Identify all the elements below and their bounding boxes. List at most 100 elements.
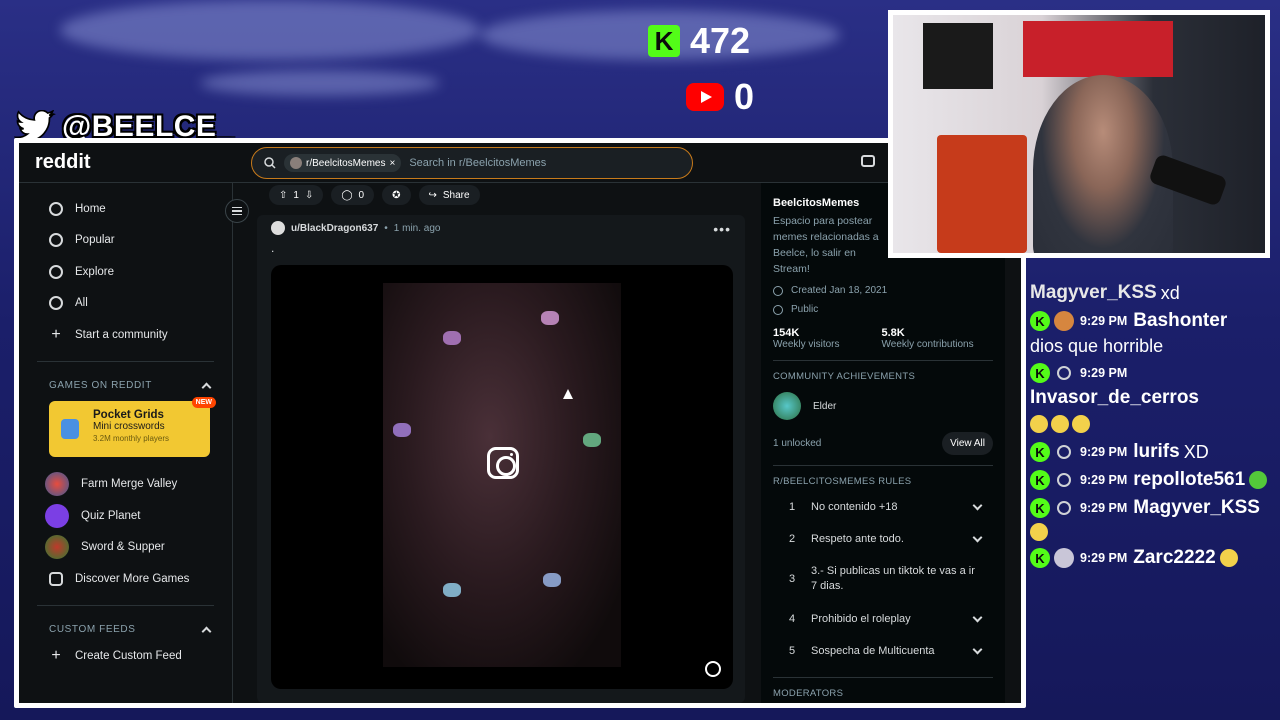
rule-text: Sospecha de Multicuenta — [811, 645, 935, 657]
share-button[interactable]: ↪ Share — [418, 185, 480, 205]
nav-popular[interactable]: Popular — [31, 225, 220, 257]
game-label: Farm Merge Valley — [81, 478, 178, 491]
games-section-header[interactable]: GAMES ON REDDIT — [31, 372, 220, 397]
user-icon — [1054, 470, 1074, 490]
nav-start-community[interactable]: + Start a community — [31, 319, 220, 351]
chat-message: K 9:29 PM repollote561 — [1030, 469, 1276, 491]
chevron-down-icon — [972, 644, 983, 654]
downvote-icon[interactable]: ⇩ — [305, 190, 313, 201]
community-filter-chip[interactable]: r/BeelcitosMemes × — [284, 154, 402, 172]
chat-text: XD — [1183, 441, 1209, 462]
chat-username: Zarc2222 — [1133, 547, 1216, 568]
elder-badge-icon — [773, 392, 801, 420]
rule-item[interactable]: 5 Sospecha de Multicuenta — [773, 635, 993, 667]
chat-message: K 9:29 PM Bashonter dios que horrible — [1030, 310, 1276, 357]
nav-all[interactable]: All — [31, 288, 220, 320]
volume-icon[interactable] — [705, 661, 721, 677]
kick-badge-icon: K — [1030, 363, 1050, 383]
create-custom-feed[interactable]: + Create Custom Feed — [31, 641, 220, 673]
post-card: u/BlackDragon637 • 1 min. ago ••• . — [257, 215, 745, 703]
rule-text: No contenido +18 — [811, 501, 898, 513]
stat-visitors: 154K Weekly visitors — [773, 327, 840, 350]
community-sidebar: BeelcitosMemes Espacio para postear meme… — [761, 183, 1005, 703]
chat-message: K 9:29 PM Magyver_KSS — [1030, 497, 1276, 541]
achievement-item[interactable]: Elder — [773, 392, 993, 420]
nav-label: Explore — [75, 265, 114, 278]
close-icon[interactable]: × — [389, 158, 395, 169]
all-icon — [49, 296, 63, 311]
reddit-window: reddit r/BeelcitosMemes × Search in r/Be… — [14, 138, 1026, 708]
search-bar[interactable]: r/BeelcitosMemes × Search in r/Beelcitos… — [251, 147, 693, 179]
post-author[interactable]: u/BlackDragon637 — [291, 223, 378, 234]
unlocked-count: 1 unlocked — [773, 438, 822, 449]
community-description: Espacio para postear memes relacionadas … — [773, 215, 879, 275]
butterfly-decoration — [393, 423, 411, 437]
popular-icon — [49, 233, 63, 248]
emote-icon — [1219, 549, 1238, 567]
post-video[interactable] — [271, 265, 733, 689]
collapse-sidebar-button[interactable] — [225, 199, 249, 223]
reddit-logo[interactable]: reddit — [35, 151, 91, 174]
chat-username: repollote561 — [1133, 469, 1246, 490]
discover-more-games[interactable]: Discover More Games — [31, 563, 220, 595]
chevron-up-icon — [201, 382, 212, 392]
plus-icon: + — [51, 647, 61, 665]
kick-logo-icon: K — [648, 25, 680, 57]
butterfly-decoration — [443, 331, 461, 345]
nav-explore[interactable]: Explore — [31, 256, 220, 288]
kick-badge-icon: K — [1030, 442, 1050, 462]
chat-message: K 9:29 PM Zarc2222 — [1030, 547, 1276, 569]
award-button[interactable]: ✪ — [382, 185, 411, 205]
user-avatar — [1054, 548, 1074, 568]
stat-contributions: 5.8K Weekly contributions — [882, 327, 974, 350]
create-feed-label: Create Custom Feed — [75, 650, 182, 663]
nav-home[interactable]: Home — [31, 193, 220, 225]
comments-button[interactable]: ◯ 0 — [331, 185, 375, 205]
post-title[interactable]: . — [271, 241, 274, 255]
post-time: 1 min. ago — [393, 222, 441, 234]
nav-label: Start a community — [75, 328, 168, 341]
rule-number: 5 — [789, 645, 796, 657]
view-all-button[interactable]: View All — [942, 432, 993, 455]
youtube-count: 0 — [734, 76, 755, 117]
created-row: Created Jan 18, 2021 — [773, 285, 993, 296]
chevron-down-icon — [972, 532, 983, 542]
custom-feeds-header[interactable]: CUSTOM FEEDS — [31, 616, 220, 641]
rule-item[interactable]: 2 Respeto ante todo. — [773, 523, 993, 555]
rule-text: 3.- Si publicas un tiktok te vas a ir 7 … — [811, 565, 975, 592]
ads-icon[interactable] — [861, 155, 875, 167]
post-area: ⇧ 1 ⇩ ◯ 0 ✪ ↪ Share u/BlackDragon637 • 1 min… — [257, 183, 745, 703]
community-avatar — [290, 157, 302, 169]
achievements-footer: 1 unlocked View All — [773, 432, 993, 455]
emote-row — [1030, 413, 1093, 435]
rule-item[interactable]: 4 Prohibido el roleplay — [773, 603, 993, 635]
chevron-down-icon — [972, 612, 983, 622]
author-avatar[interactable] — [271, 221, 285, 235]
chat-username: Magyver_KSS — [1133, 497, 1260, 518]
achievements-title: COMMUNITY ACHIEVEMENTS — [773, 371, 916, 382]
home-icon — [49, 201, 63, 216]
butterfly-decoration — [583, 433, 601, 447]
vote-count: 1 — [293, 189, 299, 201]
pocket-grids-card[interactable]: NEW Pocket Grids Mini crosswords 3.2M mo… — [49, 396, 216, 457]
game-label: Discover More Games — [75, 572, 190, 585]
upvote-icon[interactable]: ⇧ — [279, 190, 287, 201]
vote-control[interactable]: ⇧ 1 ⇩ — [269, 185, 324, 205]
rule-number: 4 — [789, 613, 796, 625]
game-subtitle: Mini crosswords — [93, 420, 165, 432]
kick-badge-icon: K — [1030, 470, 1050, 490]
divider — [773, 360, 993, 361]
game-sword-supper[interactable]: Sword & Supper — [31, 532, 220, 564]
nav-label: Home — [75, 202, 106, 215]
divider — [37, 360, 214, 362]
game-quiz-planet[interactable]: Quiz Planet — [31, 500, 220, 532]
kick-viewer-counter: K 472 — [648, 20, 750, 62]
rule-item[interactable]: 1 No contenido +18 — [773, 491, 993, 523]
search-input[interactable]: Search in r/BeelcitosMemes — [409, 157, 546, 169]
rule-item[interactable]: 3 3.- Si publicas un tiktok te vas a ir 7… — [773, 555, 993, 603]
game-label: Quiz Planet — [81, 509, 141, 522]
game-farm-merge-valley[interactable]: Farm Merge Valley — [31, 469, 220, 501]
more-options-icon[interactable]: ••• — [713, 221, 731, 237]
rule-text: Prohibido el roleplay — [811, 613, 911, 625]
kick-badge-icon: K — [1030, 311, 1050, 331]
